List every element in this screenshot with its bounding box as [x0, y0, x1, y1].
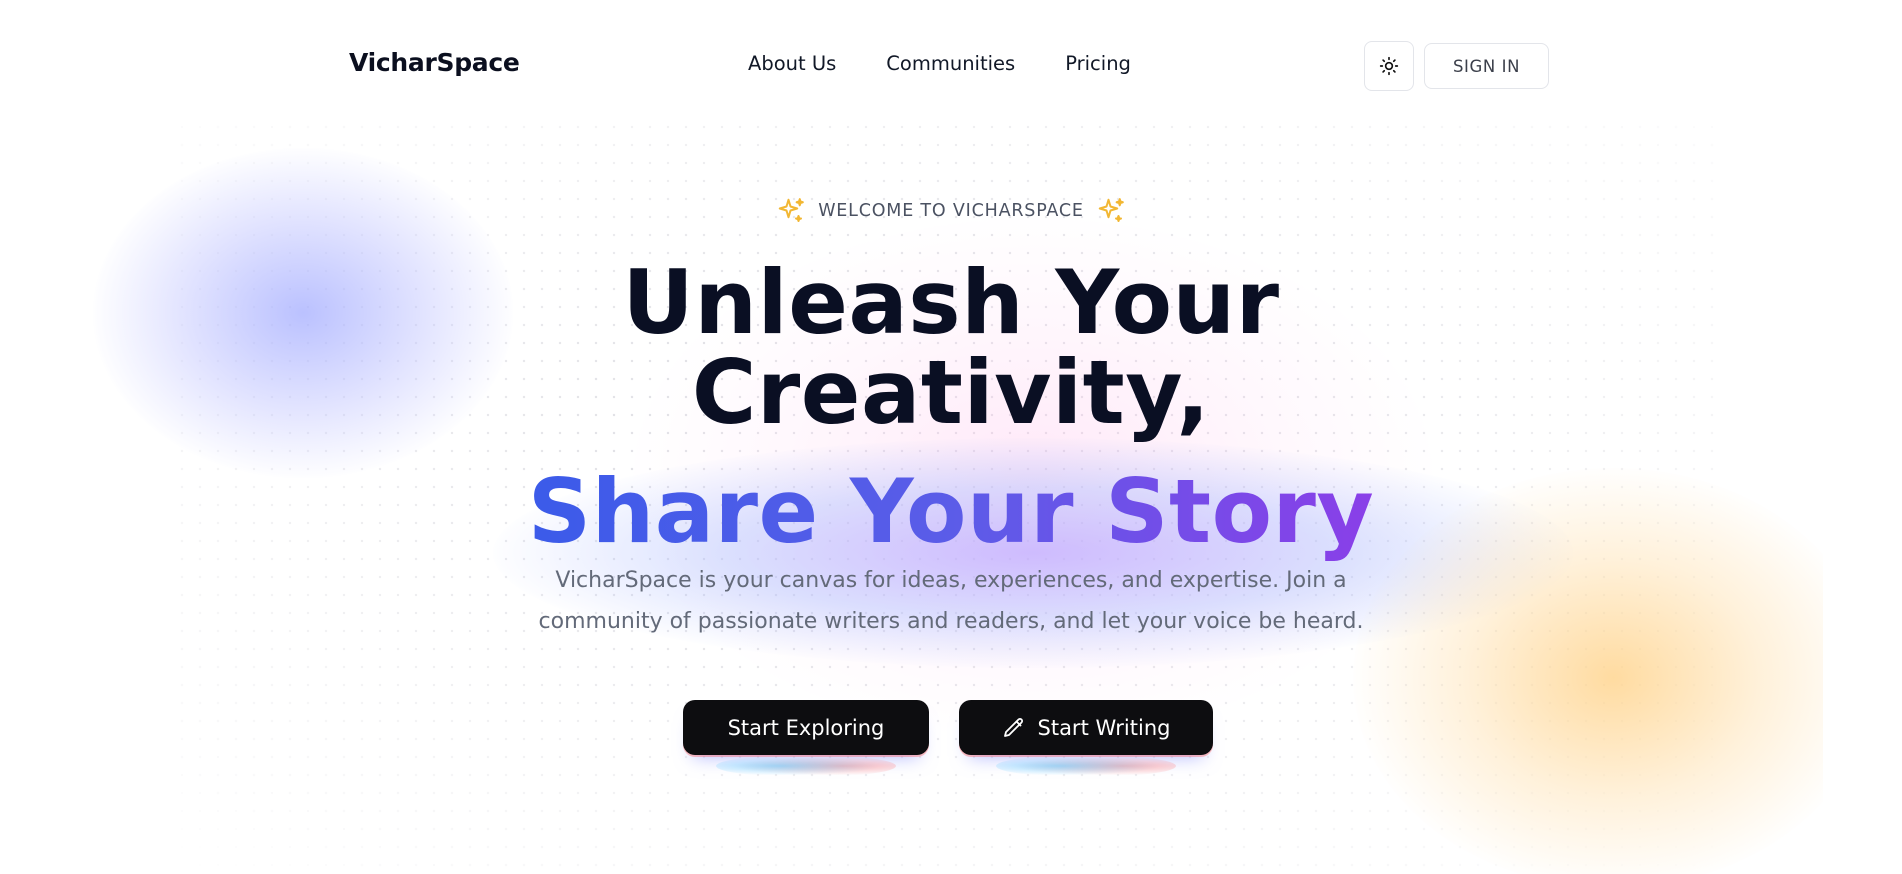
headline-line-2: Creativity,: [691, 341, 1211, 444]
welcome-badge: WELCOME TO VICHARSPACE: [0, 196, 1902, 226]
sparkle-icon: [1098, 198, 1124, 222]
nav-link-communities[interactable]: Communities: [886, 52, 1015, 75]
main-nav: About Us Communities Pricing: [748, 52, 1131, 75]
cta-group: Start Exploring Start Writing: [683, 700, 1213, 777]
brand-logo[interactable]: VicharSpace: [349, 48, 520, 77]
subtitle-line-1: VicharSpace is your canvas for ideas, ex…: [555, 568, 1347, 593]
page-root: VicharSpace About Us Communities Pricing…: [0, 0, 1902, 874]
sun-icon: [1379, 56, 1399, 76]
start-writing-button[interactable]: Start Writing: [959, 700, 1213, 777]
nav-link-pricing[interactable]: Pricing: [1065, 52, 1131, 75]
start-exploring-button[interactable]: Start Exploring: [683, 700, 929, 777]
welcome-badge-text: WELCOME TO VICHARSPACE: [818, 201, 1084, 221]
sparkle-icon: [778, 198, 805, 222]
hero-headline: Unleash Your Creativity,: [0, 258, 1902, 438]
pencil-icon: [1003, 717, 1023, 737]
start-exploring-label: Start Exploring: [727, 715, 885, 740]
subtitle-line-2: community of passionate writers and read…: [538, 609, 1364, 634]
hero-subtitle: VicharSpace is your canvas for ideas, ex…: [0, 560, 1902, 642]
theme-toggle-button[interactable]: [1364, 41, 1414, 91]
sign-in-button[interactable]: SIGN IN: [1424, 43, 1549, 89]
start-writing-label: Start Writing: [1037, 715, 1171, 740]
headline-line-1: Unleash Your: [622, 251, 1280, 354]
nav-link-about-us[interactable]: About Us: [748, 52, 836, 75]
hero-gradient-headline: Share Your Story: [0, 462, 1902, 562]
headline-gradient-text: Share Your Story: [527, 460, 1375, 563]
